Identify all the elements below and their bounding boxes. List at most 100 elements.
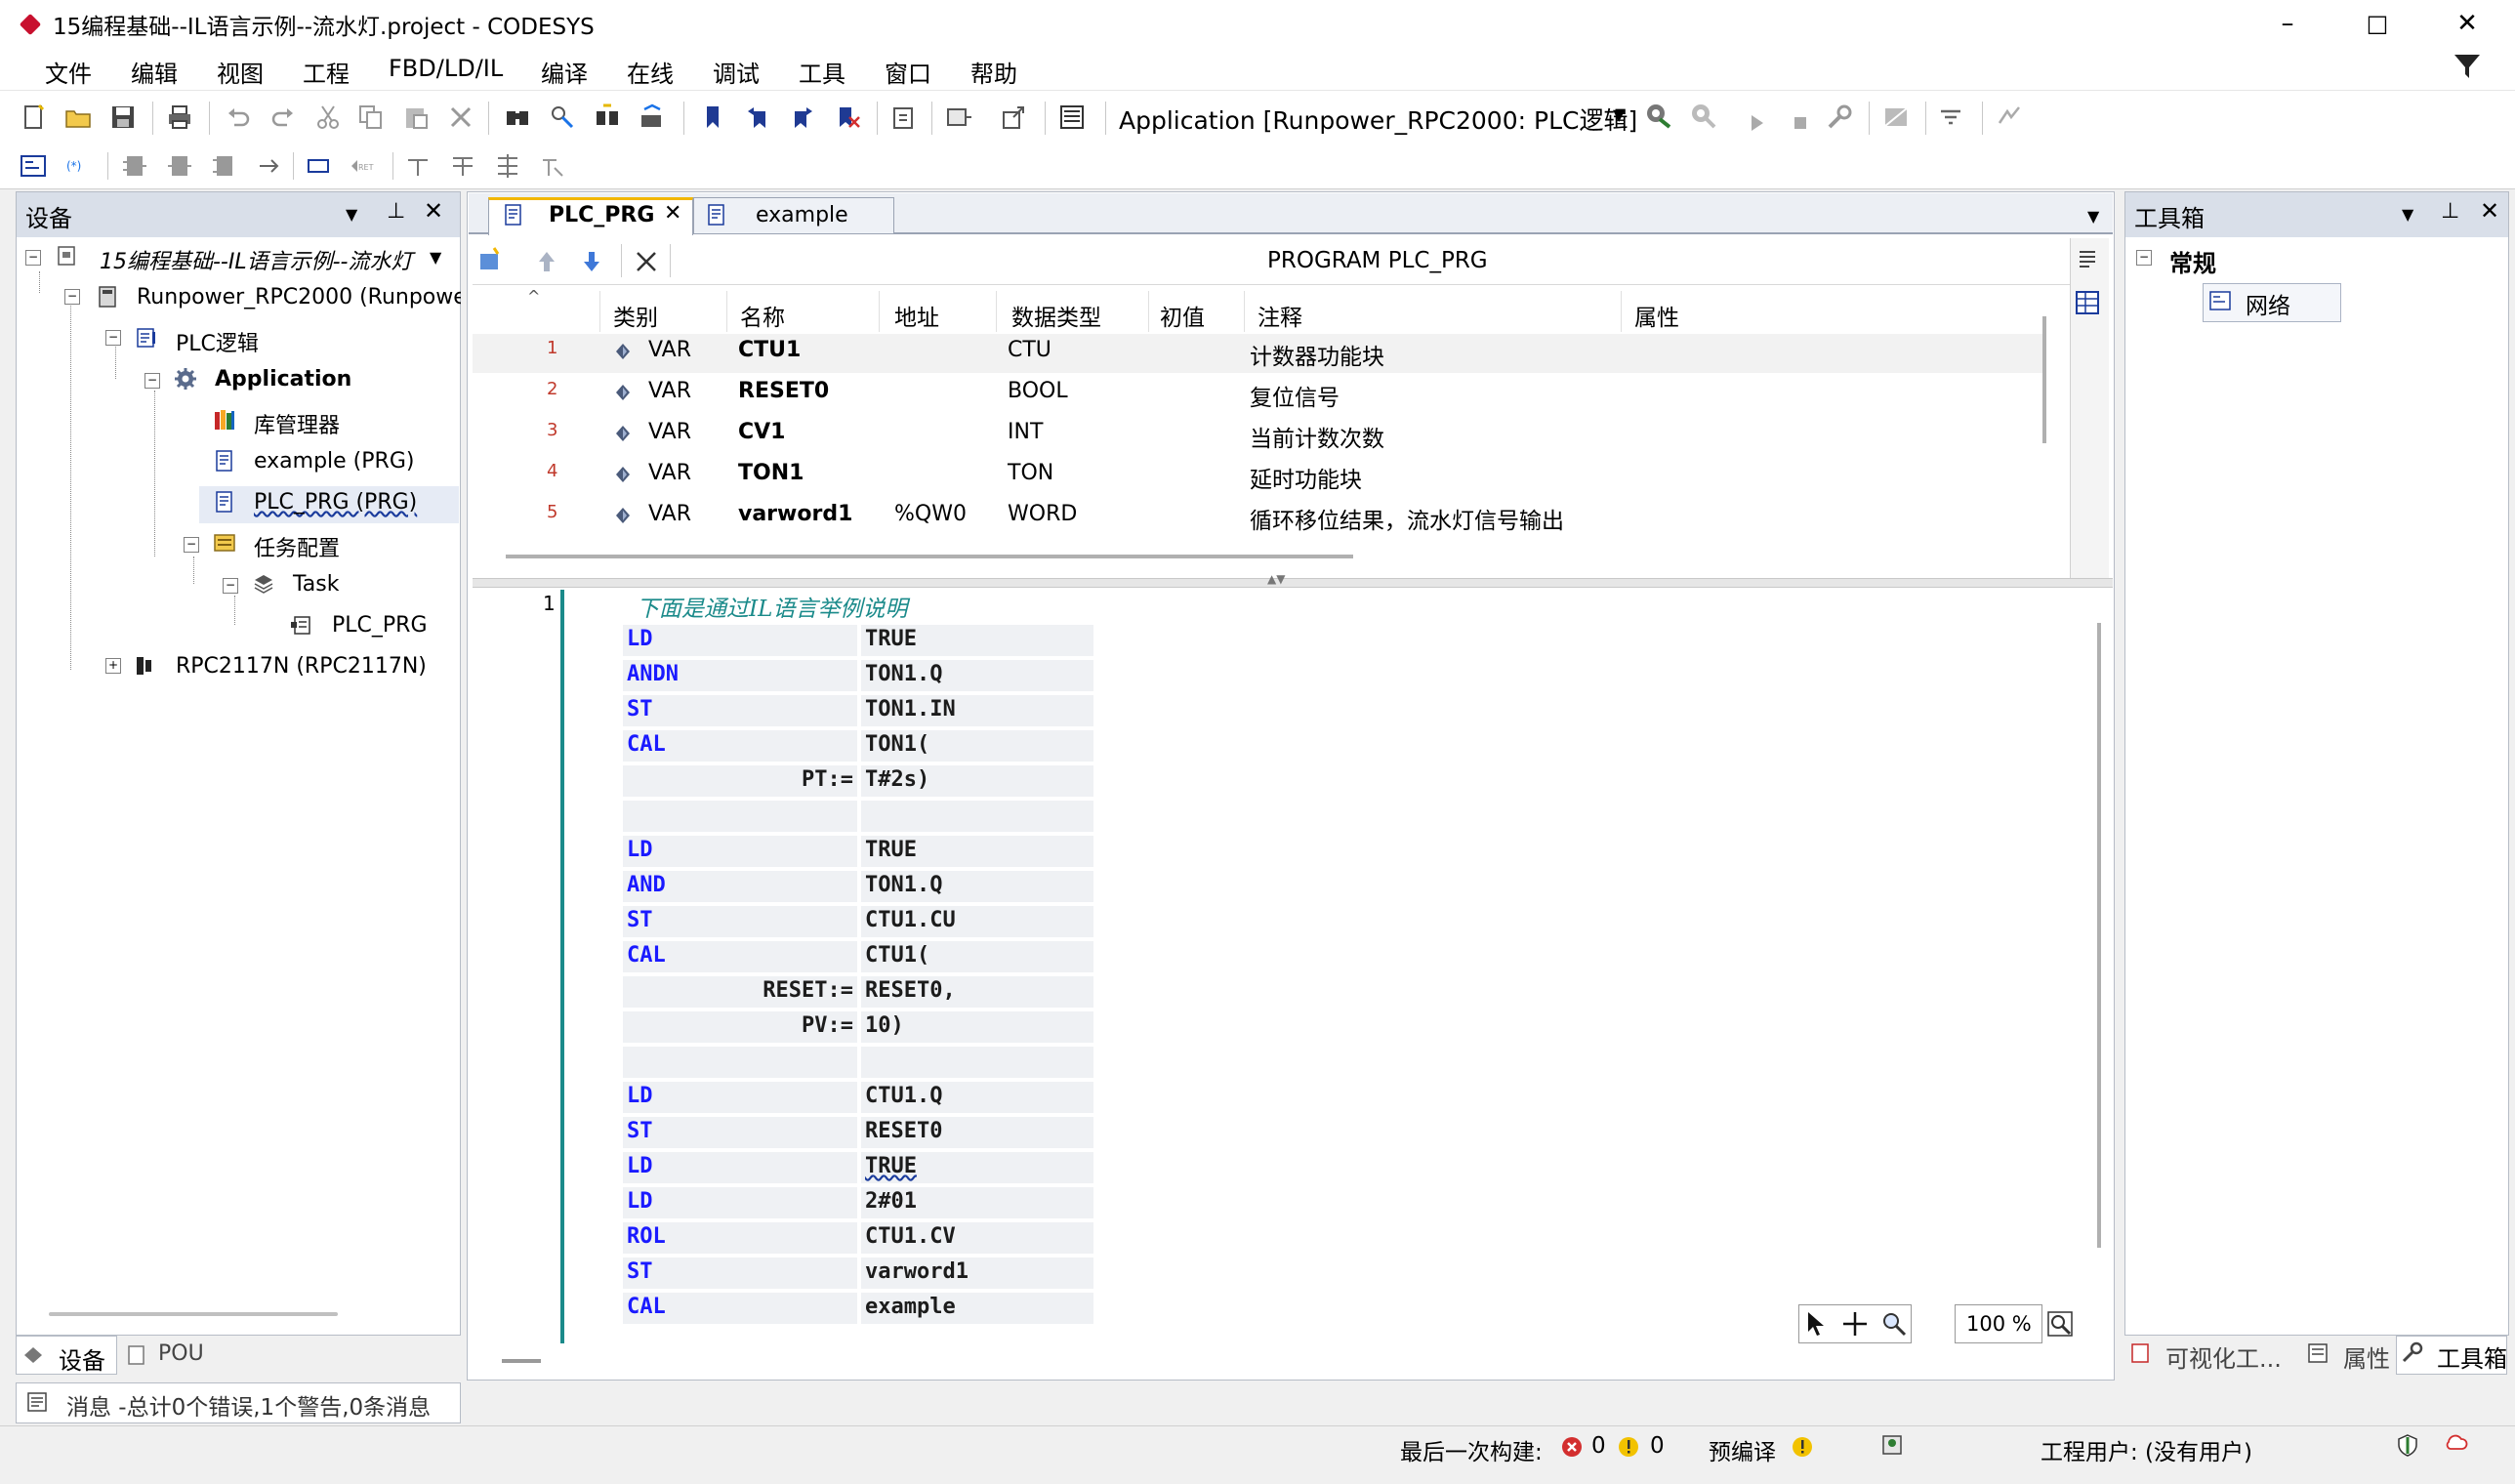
column-data-type[interactable]: 数据类型 xyxy=(1011,299,1101,332)
close-panel-icon[interactable]: ✕ xyxy=(424,197,443,225)
il-operator-cell[interactable] xyxy=(623,1187,857,1218)
bookmark-icon[interactable] xyxy=(699,103,726,131)
menu-help[interactable]: 帮助 xyxy=(970,55,1017,89)
editor-splitter[interactable] xyxy=(473,578,2113,588)
error-count[interactable]: 0 xyxy=(1591,1433,1606,1459)
menu-online[interactable]: 在线 xyxy=(627,55,674,89)
cursor-icon[interactable] xyxy=(1802,1310,1830,1338)
tab-properties[interactable]: 属性 xyxy=(2343,1340,2390,1374)
tab-list-chevron-icon[interactable]: ▼ xyxy=(2087,207,2099,226)
redo-icon[interactable] xyxy=(269,103,297,131)
collapse-application-toggle[interactable]: − xyxy=(144,373,160,389)
variable-comment[interactable]: 计数器功能块 xyxy=(1250,338,1384,371)
il-operator-cell[interactable] xyxy=(623,1257,857,1289)
variable-data-type[interactable]: TON xyxy=(1008,461,1053,485)
panel-menu-chevron-icon[interactable]: ▼ xyxy=(2402,205,2413,224)
pin-icon[interactable]: ⊥ xyxy=(2441,199,2459,224)
tree-plc-prg[interactable]: PLC_PRG (PRG) xyxy=(254,490,417,515)
network-comment[interactable]: 下面是通过IL语言举例说明 xyxy=(637,590,907,623)
menu-build[interactable]: 编译 xyxy=(541,55,588,89)
menu-fbd-ld-il[interactable]: FBD/LD/IL xyxy=(389,55,503,82)
variable-comment[interactable]: 当前计数次数 xyxy=(1250,420,1384,453)
move-down-icon[interactable] xyxy=(578,248,605,275)
find-next-icon[interactable] xyxy=(594,103,621,131)
column-attributes[interactable]: 属性 xyxy=(1634,299,1679,332)
tree-plc-logic[interactable]: PLC逻辑 xyxy=(176,326,259,357)
warning-count[interactable]: 0 xyxy=(1650,1433,1665,1459)
il-operator-cell[interactable] xyxy=(623,1082,857,1113)
il-operator-cell[interactable] xyxy=(623,695,857,726)
box-icon[interactable] xyxy=(121,152,148,180)
delete-variable-icon[interactable] xyxy=(633,248,660,275)
il-operator-cell[interactable] xyxy=(623,1047,857,1078)
menu-project[interactable]: 工程 xyxy=(303,55,350,89)
il-operator-cell[interactable] xyxy=(623,1117,857,1148)
tree-library-manager[interactable]: 库管理器 xyxy=(254,408,340,439)
toolbox-category-general[interactable]: 常规 xyxy=(2169,244,2216,278)
menu-tools[interactable]: 工具 xyxy=(799,55,845,89)
variable-comment[interactable]: 复位信号 xyxy=(1250,379,1340,412)
expand-rpc-toggle[interactable]: + xyxy=(105,658,121,674)
export-icon[interactable] xyxy=(1000,103,1027,131)
il-operator-cell[interactable] xyxy=(623,836,857,867)
text-view-icon[interactable] xyxy=(2074,246,2101,273)
input-icon[interactable] xyxy=(404,152,432,180)
empty-box-icon[interactable] xyxy=(211,152,238,180)
menu-edit[interactable]: 编辑 xyxy=(131,55,178,89)
collapse-task-toggle[interactable]: − xyxy=(223,578,238,594)
variable-name[interactable]: CTU1 xyxy=(738,338,801,362)
variable-name[interactable]: CV1 xyxy=(738,420,785,444)
variable-table-scrollbar[interactable] xyxy=(2042,316,2046,443)
variable-comment[interactable]: 循环移位结果，流水灯信号输出 xyxy=(1250,502,1564,535)
find-previous-icon[interactable] xyxy=(639,103,666,131)
variable-address[interactable]: %QW0 xyxy=(894,502,967,526)
find-replace-icon[interactable] xyxy=(549,103,576,131)
find-icon[interactable] xyxy=(504,103,531,131)
precompile-status-icon[interactable] xyxy=(1791,1435,1814,1459)
menu-view[interactable]: 视图 xyxy=(217,55,264,89)
splitter-arrows-icon[interactable]: ▲▼ xyxy=(1267,572,1285,586)
il-operand-cell[interactable] xyxy=(861,1047,1093,1078)
jump-icon[interactable] xyxy=(305,152,332,180)
collapse-general-toggle[interactable]: − xyxy=(2136,250,2152,266)
user-management-icon[interactable] xyxy=(1880,1433,1904,1457)
close-button[interactable]: ✕ xyxy=(2433,4,2501,43)
reset-icon[interactable] xyxy=(1826,103,1853,131)
breakpoint-icon[interactable] xyxy=(1882,103,1910,131)
table-view-icon[interactable] xyxy=(2074,289,2101,316)
variable-data-type[interactable]: BOOL xyxy=(1008,379,1068,403)
tree-task[interactable]: Task xyxy=(293,572,339,597)
variable-class[interactable]: VAR xyxy=(648,338,691,362)
variable-class[interactable]: VAR xyxy=(648,502,691,526)
logout-icon[interactable] xyxy=(1689,102,1716,129)
collapse-plc-logic-toggle[interactable]: − xyxy=(105,330,121,346)
column-initial-value[interactable]: 初值 xyxy=(1160,299,1205,332)
il-operand-cell[interactable] xyxy=(861,801,1093,832)
il-editor-scrollbar[interactable] xyxy=(2097,623,2101,1248)
start-icon[interactable] xyxy=(1744,109,1771,137)
variable-data-type[interactable]: INT xyxy=(1008,420,1043,444)
il-operator-cell[interactable] xyxy=(623,906,857,937)
tab-visualization-toolbox[interactable]: 可视化工... xyxy=(2165,1340,2282,1374)
tree-project[interactable]: 15编程基础--IL语言示例--流水灯 xyxy=(100,244,447,275)
collapse-project-toggle[interactable]: − xyxy=(25,250,41,266)
delete-icon[interactable] xyxy=(447,103,474,131)
column-comment[interactable]: 注释 xyxy=(1258,299,1302,332)
variable-class[interactable]: VAR xyxy=(648,379,691,403)
negate-icon[interactable] xyxy=(539,152,566,180)
collapse-device-toggle[interactable]: − xyxy=(64,289,80,305)
variable-class[interactable]: VAR xyxy=(648,461,691,485)
menu-file[interactable]: 文件 xyxy=(45,55,92,89)
variable-name[interactable]: RESET0 xyxy=(738,379,829,403)
cut-icon[interactable] xyxy=(314,103,342,131)
bookmark-previous-icon[interactable] xyxy=(789,103,816,131)
undo-icon[interactable] xyxy=(225,103,252,131)
force-values-icon[interactable] xyxy=(1996,103,2023,131)
tree-task-config[interactable]: 任务配置 xyxy=(254,531,340,562)
tree-rpc2117n[interactable]: RPC2117N (RPC2117N) xyxy=(176,654,427,679)
variable-name[interactable]: varword1 xyxy=(738,502,852,526)
column-address[interactable]: 地址 xyxy=(894,299,939,332)
assignment-icon[interactable] xyxy=(256,152,283,180)
close-panel-icon[interactable]: ✕ xyxy=(2480,197,2499,225)
zoom-dialog-icon[interactable] xyxy=(2046,1310,2074,1338)
